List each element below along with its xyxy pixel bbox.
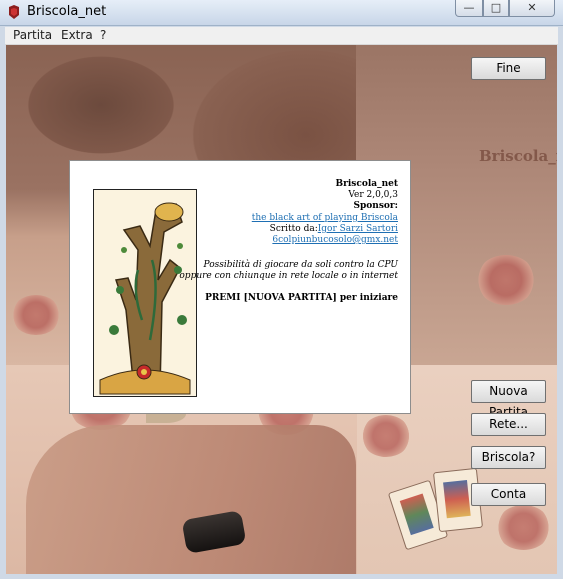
about-description-2: oppure con chiunque in rete locale o in … [179,271,398,282]
briscola-button[interactable]: Briscola? [471,446,546,469]
window-title: Briscola_net [27,4,107,19]
menu-bar: Partita Extra ? [5,27,558,45]
sponsor-link[interactable]: the black art of playing Briscola [252,213,398,223]
minimize-button[interactable]: — [455,0,483,17]
close-button[interactable]: ✕ [509,0,555,17]
count-button[interactable]: Conta [471,483,546,506]
game-table: Briscola_n Fine Nuova Partita Rete... Br… [6,45,557,574]
author-link[interactable]: Igor Sarzi Sartori [318,224,398,234]
about-app-name: Briscola_net [335,179,399,189]
menu-help[interactable]: ? [100,28,106,42]
title-bar: Briscola_net — □ ✕ [0,0,563,26]
about-info: Briscola_net Ver 2,0,0,3 Sponsor: the bl… [158,179,398,304]
tablecloth-flower [496,505,551,550]
close-icon: ✕ [527,1,537,14]
about-dialog: Briscola_net Ver 2,0,0,3 Sponsor: the bl… [69,160,411,414]
author-prefix: Scritto da: [269,223,318,234]
tablecloth-flower [361,415,411,457]
network-button[interactable]: Rete... [471,413,546,436]
about-instruction: PREMI [NUOVA PARTITA] per iniziare [205,292,398,303]
tablecloth-flower [11,295,61,335]
about-version: Ver 2,0,0,3 [348,190,398,201]
new-game-button[interactable]: Nuova Partita [471,380,546,419]
about-description-1: Possibilità di giocare da soli contro la… [203,260,399,271]
menu-partita[interactable]: Partita [13,28,52,42]
maximize-button[interactable]: □ [483,0,509,17]
watermark-title: Briscola_n [479,147,557,165]
about-sponsor-label: Sponsor: [353,201,398,212]
app-icon [9,5,19,19]
menu-extra[interactable]: Extra [61,28,93,42]
fine-button[interactable]: Fine [471,57,546,80]
tablecloth-flower [476,255,536,305]
email-link[interactable]: 6colpiunbucosolo@gmx.net [272,235,398,245]
